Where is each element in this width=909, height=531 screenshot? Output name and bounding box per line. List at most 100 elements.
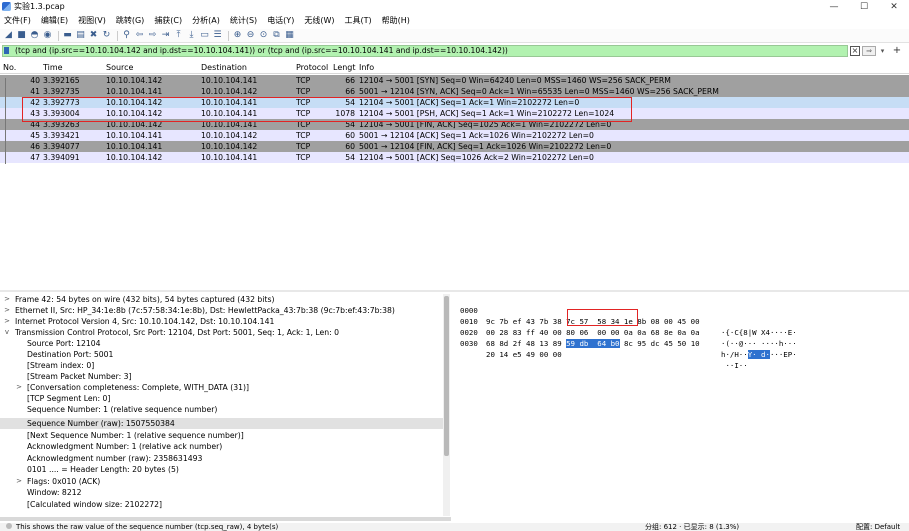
detail-row[interactable]: > Frame 42: 54 bytes on wire (432 bits), … — [0, 294, 445, 305]
reload-file-icon[interactable]: ↻ — [101, 30, 112, 41]
go-forward-icon[interactable]: ⇨ — [147, 30, 158, 41]
stop-capture-icon[interactable]: ■ — [16, 30, 27, 41]
expand-arrow-icon[interactable]: > — [3, 294, 11, 305]
layout-icon[interactable]: ▦ — [284, 30, 295, 41]
resize-columns-icon[interactable]: ⧉ — [271, 30, 282, 41]
detail-row[interactable]: [Stream index: 0] — [0, 360, 445, 371]
profile-label[interactable]: 配置: Default — [856, 523, 900, 531]
menu-go[interactable]: 跳转(G) — [116, 15, 144, 26]
column-header-destination[interactable]: Destination — [201, 63, 247, 72]
expand-arrow-icon[interactable]: > — [15, 476, 23, 487]
capture-options-icon[interactable]: ◉ — [42, 30, 53, 41]
menu-capture[interactable]: 捕获(C) — [154, 15, 182, 26]
detail-row[interactable]: Destination Port: 5001 — [0, 349, 445, 360]
minimize-button[interactable]: — — [819, 0, 849, 13]
menu-bar: 文件(F) 编辑(E) 视图(V) 跳转(G) 捕获(C) 分析(A) 统计(S… — [0, 14, 909, 27]
column-header-protocol[interactable]: Protocol — [296, 63, 328, 72]
packet-row[interactable]: 40 3.392165 10.10.104.142 10.10.104.141 TCP 6… — [0, 75, 909, 86]
detail-row[interactable]: Sequence Number: 1 (relative sequence nu… — [0, 404, 445, 415]
filter-history-dropdown-icon[interactable]: ▾ — [878, 45, 887, 57]
annotation-bytes-highlight-box — [567, 309, 638, 326]
go-back-icon[interactable]: ⇦ — [134, 30, 145, 41]
zoom-out-icon[interactable]: ⊖ — [245, 30, 256, 41]
bytes-row[interactable]: 0020 68 8d 2f 48 13 89 59 db 64 b0 8c 95… — [453, 316, 797, 359]
column-header-no[interactable]: No. — [3, 63, 16, 72]
expand-arrow-icon[interactable]: > — [3, 316, 11, 327]
save-file-icon[interactable]: ▤ — [75, 30, 86, 41]
status-bar: This shows the raw value of the sequence… — [0, 523, 909, 531]
expand-arrow-icon[interactable]: > — [15, 382, 23, 393]
collapse-arrow-icon[interactable]: v — [3, 327, 11, 338]
detail-row[interactable]: Acknowledgment number (raw): 2358631493 — [0, 453, 445, 464]
zoom-in-icon[interactable]: ⊕ — [232, 30, 243, 41]
details-horizontal-scrollbar[interactable] — [0, 517, 451, 521]
expand-arrow-icon[interactable]: > — [3, 305, 11, 316]
column-header-info[interactable]: Info — [359, 63, 374, 72]
close-file-icon[interactable]: ✖ — [88, 30, 99, 41]
close-button[interactable]: ✕ — [879, 0, 909, 13]
apply-filter-icon[interactable]: ⇒ — [862, 46, 876, 56]
menu-analyze[interactable]: 分析(A) — [192, 15, 220, 26]
add-filter-button-icon[interactable]: + — [892, 45, 902, 57]
toolbar-separator — [58, 30, 59, 41]
bytes-row[interactable]: 0010 00 28 83 ff 40 00 80 06 00 00 0a 0a… — [453, 305, 797, 348]
packet-row[interactable]: 47 3.394091 10.10.104.142 10.10.104.141 TCP 5… — [0, 152, 909, 163]
status-message: This shows the raw value of the sequence… — [16, 523, 279, 531]
column-header-source[interactable]: Source — [106, 63, 133, 72]
menu-edit[interactable]: 编辑(E) — [41, 15, 68, 26]
first-packet-icon[interactable]: ⤒ — [173, 30, 184, 41]
last-packet-icon[interactable]: ⤓ — [186, 30, 197, 41]
packet-bytes-pane: 0000 9c 7b ef 43 7b 38 7c 57 58 34 1e 8b… — [453, 292, 909, 517]
toolbar-separator — [117, 30, 118, 41]
packet-details-pane: > Frame 42: 54 bytes on wire (432 bits), … — [0, 292, 451, 517]
bytes-row[interactable]: 0000 9c 7b ef 43 7b 38 7c 57 58 34 1e 8b… — [453, 294, 797, 337]
detail-row[interactable]: > [Conversation completeness: Complete, W… — [0, 382, 445, 393]
menu-telephony[interactable]: 电话(Y) — [267, 15, 294, 26]
detail-row[interactable]: [Calculated window size: 2102272] — [0, 499, 445, 510]
menu-view[interactable]: 视图(V) — [78, 15, 106, 26]
packet-row[interactable]: 46 3.394077 10.10.104.141 10.10.104.142 TCP 6… — [0, 141, 909, 152]
details-scrollbar-thumb[interactable] — [444, 296, 449, 456]
start-capture-icon[interactable]: ◢ — [3, 30, 14, 41]
detail-row[interactable]: Acknowledgment Number: 1 (relative ack n… — [0, 441, 445, 452]
expert-info-icon[interactable] — [6, 523, 12, 529]
maximize-button[interactable]: ☐ — [849, 0, 879, 13]
bookmark-icon[interactable] — [4, 47, 9, 54]
detail-row-selected[interactable]: Sequence Number (raw): 1507550384 — [0, 418, 445, 429]
find-packet-icon[interactable]: ⚲ — [121, 30, 132, 41]
wireshark-logo-icon — [2, 2, 11, 11]
bytes-row[interactable]: 0030 20 14 e5 49 00 00 ··I·· — [453, 327, 748, 370]
zoom-reset-icon[interactable]: ⊙ — [258, 30, 269, 41]
packet-row[interactable]: 41 3.392735 10.10.104.141 10.10.104.142 TCP 6… — [0, 86, 909, 97]
detail-row[interactable]: v Transmission Control Protocol, Src Port… — [0, 327, 445, 338]
detail-row[interactable]: > Internet Protocol Version 4, Src: 10.10… — [0, 316, 445, 327]
detail-row[interactable]: Source Port: 12104 — [0, 338, 445, 349]
clear-filter-icon[interactable]: × — [850, 46, 860, 56]
menu-statistics[interactable]: 统计(S) — [230, 15, 257, 26]
restart-capture-icon[interactable]: ◓ — [29, 30, 40, 41]
menu-file[interactable]: 文件(F) — [4, 15, 31, 26]
detail-row[interactable]: [Next Sequence Number: 1 (relative seque… — [0, 430, 445, 441]
menu-tools[interactable]: 工具(T) — [344, 15, 371, 26]
detail-row[interactable]: Window: 8212 — [0, 487, 445, 498]
detail-row[interactable]: [TCP Segment Len: 0] — [0, 393, 445, 404]
detail-row[interactable]: 0101 .... = Header Length: 20 bytes (5) — [0, 464, 445, 475]
detail-row[interactable]: > Flags: 0x010 (ACK) — [0, 476, 445, 487]
detail-row[interactable]: [Stream Packet Number: 3] — [0, 371, 445, 382]
open-file-icon[interactable]: ▬ — [62, 30, 73, 41]
column-header-length[interactable]: Lengt — [333, 63, 356, 72]
column-header-time[interactable]: Time — [43, 63, 63, 72]
menu-help[interactable]: 帮助(H) — [382, 15, 410, 26]
autoscroll-icon[interactable]: ▭ — [199, 30, 210, 41]
packet-count: 分组: 612 · 已显示: 8 (1.3%) — [645, 523, 740, 531]
go-to-packet-icon[interactable]: ⇥ — [160, 30, 171, 41]
window-title: 实验1.3.pcap — [14, 2, 65, 11]
colorize-icon[interactable]: ☰ — [212, 30, 223, 41]
display-filter-input[interactable]: (tcp and (ip.src==10.10.104.142 and ip.d… — [2, 45, 848, 57]
packet-row[interactable]: 45 3.393421 10.10.104.141 10.10.104.142 TCP 6… — [0, 130, 909, 141]
annotation-highlight-box — [22, 97, 632, 122]
menu-wireless[interactable]: 无线(W) — [304, 15, 334, 26]
title-bar: 实验1.3.pcap — ☐ ✕ — [0, 0, 909, 13]
conversation-bracket — [5, 78, 6, 164]
detail-row[interactable]: > Ethernet II, Src: HP_34:1e:8b (7c:57:58… — [0, 305, 445, 316]
